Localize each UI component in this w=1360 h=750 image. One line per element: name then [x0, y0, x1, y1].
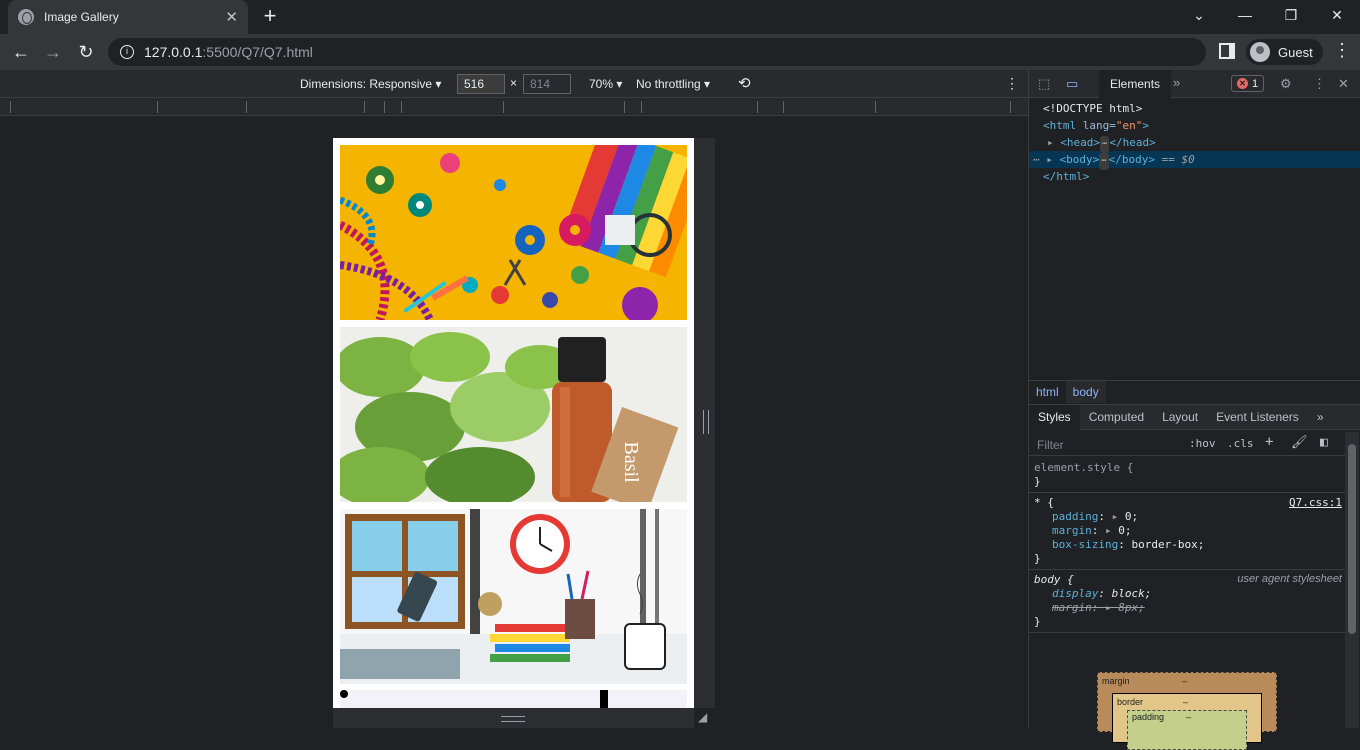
profile-button[interactable]: Guest	[1246, 39, 1323, 65]
basil-oil-image: Basil	[340, 327, 687, 502]
devtools-panel: ⬚ ▭ Elements » ✕ 1 ⚙ ⋮ ✕ <!DOCTYPE html> …	[1028, 70, 1360, 750]
color-format-icon[interactable]: 🖌	[1291, 435, 1308, 450]
avatar-icon	[1250, 42, 1270, 62]
browser-toolbar: ← → ↻ i 127.0.0.1:5500/Q7/Q7.html Guest …	[0, 34, 1360, 70]
device-more-icon[interactable]: ⋮	[1005, 75, 1019, 92]
restore-button[interactable]: ❐	[1268, 0, 1314, 30]
styles-tabbar: Styles Computed Layout Event Listeners»	[1029, 404, 1360, 430]
styles-filter-bar: Filter :hov .cls + 🖌 ◧	[1029, 432, 1345, 456]
viewport-width-resizer[interactable]	[694, 138, 715, 708]
new-rule-button[interactable]: +	[1265, 434, 1273, 450]
next-image-partial	[340, 690, 687, 708]
dimensions-select[interactable]: Dimensions: Responsive ▾	[300, 77, 441, 91]
tab-styles[interactable]: Styles	[1029, 405, 1080, 430]
dom-body[interactable]: ⋯ ▸ <body> ⋯ </body> == $0	[1029, 151, 1360, 170]
breadcrumb-html[interactable]: html	[1029, 381, 1066, 403]
user-agent-label: user agent stylesheet	[1237, 573, 1342, 585]
times-sign: ×	[510, 76, 518, 90]
viewport-corner-resize-icon[interactable]: ◢	[698, 710, 707, 724]
tab-close-icon[interactable]: ✕	[225, 8, 238, 26]
throttling-select[interactable]: No throttling ▾	[636, 77, 710, 91]
styles-scrollbar[interactable]	[1345, 432, 1359, 728]
styles-filter-input[interactable]: Filter	[1037, 438, 1064, 452]
url-path: :5500/Q7/Q7.html	[202, 44, 313, 60]
forward-button[interactable]: →	[41, 40, 65, 64]
media-query-ruler	[0, 98, 1028, 116]
close-window-button[interactable]: ✕	[1314, 0, 1360, 30]
back-button[interactable]: ←	[9, 40, 33, 64]
box-model-padding: padding –	[1127, 710, 1247, 750]
devtools-menu-icon[interactable]: ⋮	[1313, 76, 1326, 92]
tab-event-listeners[interactable]: Event Listeners	[1207, 405, 1308, 430]
minimize-button[interactable]: —	[1222, 0, 1268, 30]
dom-html-open[interactable]: <html lang="en">	[1029, 117, 1360, 134]
side-panel-icon[interactable]	[1219, 43, 1235, 59]
browser-tab[interactable]: Image Gallery ✕	[8, 0, 248, 34]
devtools-tabbar: ⬚ ▭ Elements » ✕ 1 ⚙ ⋮ ✕	[1029, 70, 1360, 98]
viewport-height-resizer[interactable]	[333, 708, 694, 728]
height-input[interactable]: 814	[523, 74, 571, 94]
source-link[interactable]: Q7.css:1	[1289, 496, 1342, 509]
tab-computed[interactable]: Computed	[1080, 405, 1153, 430]
sidebar-toggle-icon[interactable]: ◧	[1320, 435, 1328, 450]
error-icon: ✕	[1237, 78, 1248, 89]
box-model-diagram: margin – border – padding –	[1097, 672, 1277, 750]
css-prop-padding[interactable]: padding: ▸ 0;	[1034, 510, 1341, 524]
dom-html-close[interactable]: </html>	[1029, 168, 1360, 185]
css-prop-display: display: block;	[1052, 587, 1152, 600]
tab-title: Image Gallery	[44, 10, 119, 24]
dom-doctype[interactable]: <!DOCTYPE html>	[1029, 100, 1360, 117]
devtools-close-icon[interactable]: ✕	[1338, 76, 1349, 92]
address-bar[interactable]: i 127.0.0.1:5500/Q7/Q7.html	[108, 38, 1206, 66]
tab-layout[interactable]: Layout	[1153, 405, 1207, 430]
reload-button[interactable]: ↻	[74, 40, 98, 64]
study-desk-image	[340, 509, 687, 684]
zoom-select[interactable]: 70% ▾	[589, 77, 622, 91]
tab-elements[interactable]: Elements	[1099, 70, 1172, 98]
css-prop-margin[interactable]: margin: ▸ 0;	[1034, 524, 1341, 538]
expand-triangle-icon[interactable]: ▸	[1047, 136, 1054, 149]
device-viewport: Basil	[333, 138, 694, 708]
site-info-icon[interactable]: i	[120, 45, 134, 59]
width-input[interactable]: 516	[457, 74, 505, 94]
globe-icon	[18, 9, 34, 25]
breadcrumb-body[interactable]: body	[1065, 381, 1106, 403]
universal-rule: * { Q7.css:1 padding: ▸ 0; margin: ▸ 0; …	[1029, 493, 1345, 570]
body-ua-rule: body { user agent stylesheet display: bl…	[1029, 570, 1345, 633]
cls-toggle[interactable]: .cls	[1227, 437, 1254, 450]
css-prop-margin-overridden: margin: ▸ 8px;	[1052, 601, 1145, 614]
row-ellipsis-icon: ⋯	[1033, 153, 1040, 166]
settings-gear-icon[interactable]: ⚙	[1280, 76, 1292, 92]
new-tab-button[interactable]: +	[258, 4, 282, 28]
dom-tree: <!DOCTYPE html> <html lang="en"> ▸ <head…	[1029, 100, 1360, 185]
hov-toggle[interactable]: :hov	[1189, 437, 1216, 450]
error-badge[interactable]: ✕ 1	[1231, 75, 1265, 92]
expand-triangle-icon[interactable]: ▸	[1046, 153, 1053, 166]
profile-name: Guest	[1278, 44, 1313, 60]
dom-head[interactable]: ▸ <head> ⋯ </head>	[1029, 134, 1360, 153]
browser-menu-icon[interactable]: ⋮	[1333, 40, 1351, 61]
css-prop-box-sizing[interactable]: box-sizing: border-box;	[1034, 538, 1341, 552]
basil-tag-text: Basil	[620, 442, 642, 484]
styles-rules: element.style { } * { Q7.css:1 padding: …	[1029, 458, 1345, 633]
element-style-rule: element.style { }	[1029, 458, 1345, 493]
box-model-border: border – padding –	[1112, 693, 1262, 750]
breadcrumb: html body	[1029, 380, 1360, 403]
device-toolbar: Dimensions: Responsive ▾ 516 × 814 70% ▾…	[0, 70, 1028, 98]
tab-strip: Image Gallery ✕ + ⌄ — ❐ ✕	[0, 0, 1360, 34]
rotate-icon[interactable]: ⟲	[738, 74, 751, 92]
url-host: 127.0.0.1	[144, 44, 203, 60]
inspect-element-icon[interactable]: ⬚	[1038, 76, 1050, 92]
more-style-tabs-icon[interactable]: »	[1308, 405, 1333, 430]
more-tabs-icon[interactable]: »	[1173, 75, 1180, 90]
ellipsis-icon[interactable]: ⋯	[1099, 153, 1109, 170]
tab-search-icon[interactable]: ⌄	[1176, 0, 1222, 30]
craft-supplies-image	[340, 145, 687, 320]
device-toggle-icon[interactable]: ▭	[1066, 76, 1078, 92]
